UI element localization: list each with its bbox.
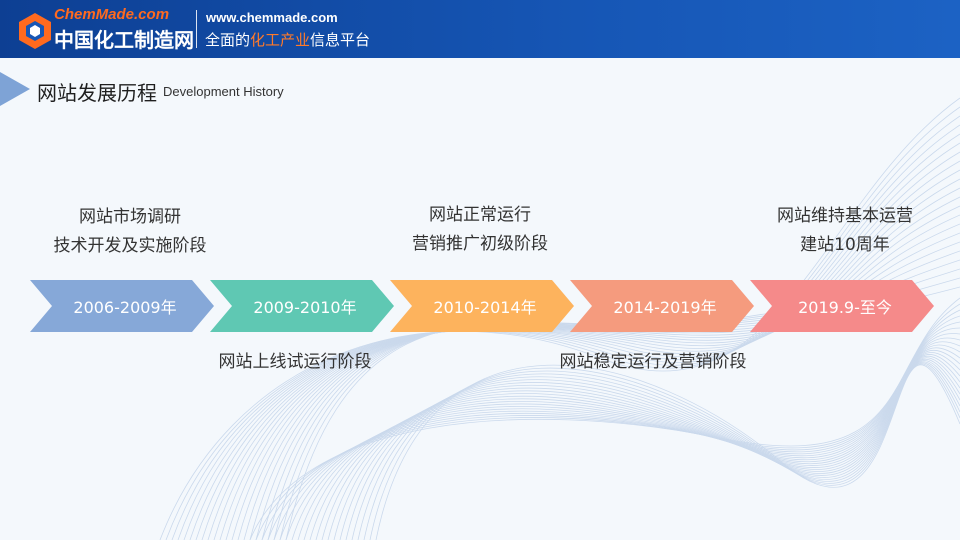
stage2-caption: 网站上线试运行阶段 bbox=[165, 348, 425, 377]
site-url[interactable]: www.chemmade.com bbox=[206, 10, 338, 25]
stage-label: 2019.9-至今 bbox=[798, 298, 892, 317]
stage-chevron-2019-now: 2019.9-至今 bbox=[750, 280, 934, 332]
stage2-caption-line1: 网站上线试运行阶段 bbox=[218, 352, 372, 372]
title-marker-icon bbox=[0, 72, 30, 106]
stage-label: 2006-2009年 bbox=[73, 298, 177, 317]
chemmade-logo-icon bbox=[19, 13, 51, 49]
stage-chevron-2010-2014: 2010-2014年 bbox=[390, 280, 574, 332]
logo-chinese-text: 中国化工制造网 bbox=[54, 28, 194, 52]
stage5-caption-line1: 网站维持基本运营 bbox=[777, 206, 913, 226]
stage1-caption-line1: 网站市场调研 bbox=[79, 207, 181, 227]
slogan-suffix: 信息平台 bbox=[310, 31, 371, 49]
stage-chevron-2006-2009: 2006-2009年 bbox=[30, 280, 214, 332]
stage-chevron-2009-2010: 2009-2010年 bbox=[210, 280, 394, 332]
header-divider bbox=[196, 10, 197, 48]
stage1-caption: 网站市场调研 技术开发及实施阶段 bbox=[0, 203, 260, 261]
site-slogan: 全面的化工产业信息平台 bbox=[205, 29, 370, 50]
stage1-caption-line2: 技术开发及实施阶段 bbox=[53, 236, 207, 256]
stage4-caption: 网站稳定运行及营销阶段 bbox=[523, 348, 783, 377]
logo-english-text: ChemMade.com bbox=[54, 6, 170, 23]
page-subtitle: Development History bbox=[163, 84, 284, 99]
stage-label: 2009-2010年 bbox=[253, 298, 357, 317]
stage3-caption-line1: 网站正常运行 bbox=[429, 205, 531, 225]
stage-label: 2010-2014年 bbox=[433, 298, 537, 317]
page-title: 网站发展历程 bbox=[37, 81, 157, 105]
stage3-caption: 网站正常运行 营销推广初级阶段 bbox=[350, 201, 610, 259]
header-bar: ChemMade.com 中国化工制造网 www.chemmade.com 全面… bbox=[0, 0, 960, 58]
slogan-prefix: 全面的 bbox=[205, 31, 251, 49]
stage-chevron-2014-2019: 2014-2019年 bbox=[570, 280, 754, 332]
slogan-highlight: 化工产业 bbox=[250, 31, 311, 49]
stage5-caption-line2: 建站10周年 bbox=[800, 235, 890, 255]
stage3-caption-line2: 营销推广初级阶段 bbox=[412, 234, 548, 254]
stage5-caption: 网站维持基本运营 建站10周年 bbox=[715, 202, 960, 260]
stage-label: 2014-2019年 bbox=[613, 298, 717, 317]
stage4-caption-line1: 网站稳定运行及营销阶段 bbox=[559, 352, 747, 372]
